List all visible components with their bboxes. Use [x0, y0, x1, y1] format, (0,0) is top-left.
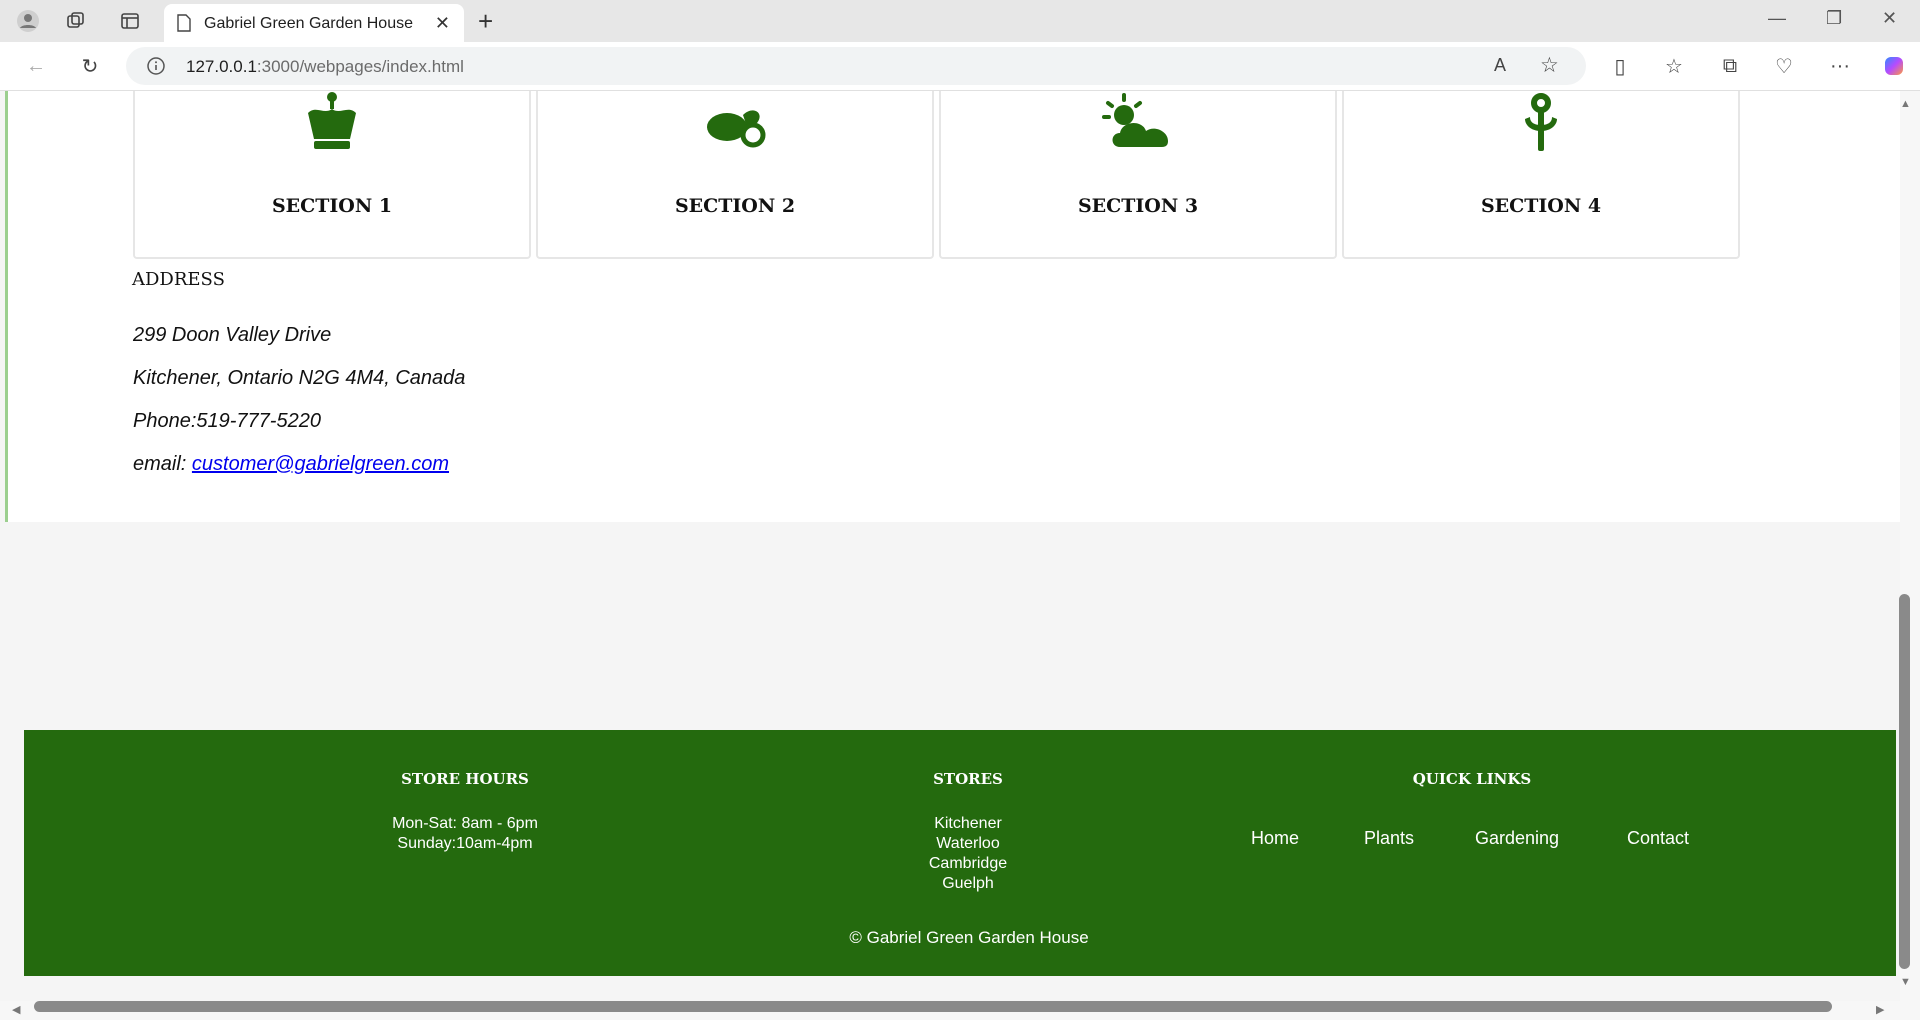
section-label: SECTION 3	[1077, 195, 1199, 217]
page-icon	[176, 14, 192, 37]
stores-title: STORES	[933, 770, 1003, 788]
browser-essentials-icon[interactable]: ♡	[1770, 52, 1798, 80]
favorite-star-icon[interactable]: ☆	[1540, 53, 1559, 78]
restore-icon[interactable]: ❐	[1826, 8, 1842, 29]
scroll-down-icon[interactable]: ▼	[1900, 976, 1911, 988]
scroll-up-icon[interactable]: ▲	[1900, 98, 1911, 110]
url-path: :3000/webpages/index.html	[256, 57, 464, 76]
section-card-3[interactable]: SECTION 3	[939, 91, 1337, 259]
new-tab-icon[interactable]: +	[478, 6, 493, 37]
back-icon[interactable]: ←	[22, 52, 50, 80]
section-card-2[interactable]: SECTION 2	[536, 91, 934, 259]
browser-tab-bar: Gabriel Green Garden House ✕ + — ❐ ✕	[0, 0, 1920, 42]
close-window-icon[interactable]: ✕	[1882, 8, 1897, 29]
hours-line: Mon-Sat: 8am - 6pm	[392, 815, 538, 832]
tab-actions-icon[interactable]	[116, 7, 144, 35]
address-bar[interactable]: 127.0.0.1:3000/webpages/index.html A ☆	[126, 47, 1586, 85]
store-item: Cambridge	[928, 855, 1008, 872]
minimize-icon[interactable]: —	[1768, 8, 1786, 29]
scroll-left-icon[interactable]: ◀	[12, 1003, 20, 1016]
footer-link-plants[interactable]: Plants	[1364, 828, 1414, 849]
watering-can-icon	[703, 91, 767, 160]
store-hours-title: STORE HOURS	[401, 770, 529, 788]
profile-icon[interactable]	[14, 7, 42, 35]
split-screen-icon[interactable]: ▯	[1606, 52, 1634, 80]
hours-line: Sunday:10am-4pm	[397, 835, 533, 852]
copyright-text: © Gabriel Green Garden House	[849, 928, 1089, 947]
scroll-right-icon[interactable]: ▶	[1876, 1003, 1884, 1016]
close-tab-icon[interactable]: ✕	[435, 13, 450, 34]
section-card-4[interactable]: SECTION 4	[1342, 91, 1740, 259]
read-aloud-icon[interactable]: A	[1494, 55, 1506, 76]
url-text: 127.0.0.1:3000/webpages/index.html	[186, 57, 464, 77]
store-item: Kitchener	[934, 815, 1002, 832]
email-link[interactable]: customer@gabrielgreen.com	[192, 453, 449, 475]
sun-cloud-icon	[1100, 91, 1176, 160]
footer-link-contact[interactable]: Contact	[1627, 828, 1689, 849]
section-card-1[interactable]: SECTION 1	[133, 91, 531, 259]
address-phone: Phone:519-777-5220	[133, 410, 321, 432]
section-label: SECTION 2	[674, 195, 796, 217]
copilot-icon[interactable]	[1880, 52, 1908, 80]
workspaces-icon[interactable]	[62, 7, 90, 35]
active-tab[interactable]: Gabriel Green Garden House ✕	[164, 4, 464, 42]
email-label: email:	[133, 453, 187, 475]
site-footer: STORE HOURS Mon-Sat: 8am - 6pm Sunday:10…	[24, 730, 1896, 976]
store-item: Guelph	[942, 875, 994, 892]
horizontal-scroll-thumb[interactable]	[34, 1001, 1832, 1012]
main-content: SECTION 1 SECTION 2 SECTION 3 SECTION 4 …	[5, 91, 1900, 522]
vertical-scroll-thumb[interactable]	[1899, 594, 1910, 969]
quick-links-title: QUICK LINKS	[1412, 770, 1532, 788]
browser-nav-bar: ← ↻ 127.0.0.1:3000/webpages/index.html A…	[0, 42, 1920, 91]
address-email-line: email: customer@gabrielgreen.com	[133, 453, 449, 476]
stores-list: Kitchener Waterloo Cambridge Guelph	[818, 814, 1118, 894]
footer-link-gardening[interactable]: Gardening	[1475, 828, 1559, 849]
more-options-icon[interactable]: ···	[1826, 52, 1854, 80]
section-label: SECTION 1	[271, 195, 393, 217]
url-host: 127.0.0.1	[186, 57, 257, 76]
page-viewport: SECTION 1 SECTION 2 SECTION 3 SECTION 4 …	[0, 91, 1900, 1001]
section-label: SECTION 4	[1480, 195, 1602, 217]
tab-title: Gabriel Green Garden House	[204, 15, 413, 32]
address-city: Kitchener, Ontario N2G 4M4, Canada	[133, 367, 466, 389]
store-item: Waterloo	[936, 835, 1000, 852]
sections-grid: SECTION 1 SECTION 2 SECTION 3 SECTION 4	[133, 91, 1745, 261]
favorites-icon[interactable]: ☆	[1660, 52, 1688, 80]
crown-icon	[304, 91, 360, 160]
collections-icon[interactable]: ⧉	[1716, 52, 1744, 80]
refresh-icon[interactable]: ↻	[76, 52, 104, 80]
address-heading: ADDRESS	[132, 269, 225, 290]
store-hours-list: Mon-Sat: 8am - 6pm Sunday:10am-4pm	[315, 814, 615, 854]
footer-link-home[interactable]: Home	[1251, 828, 1299, 849]
sprout-icon	[1513, 91, 1569, 160]
site-info-icon[interactable]	[146, 56, 166, 81]
address-street: 299 Doon Valley Drive	[133, 324, 332, 346]
